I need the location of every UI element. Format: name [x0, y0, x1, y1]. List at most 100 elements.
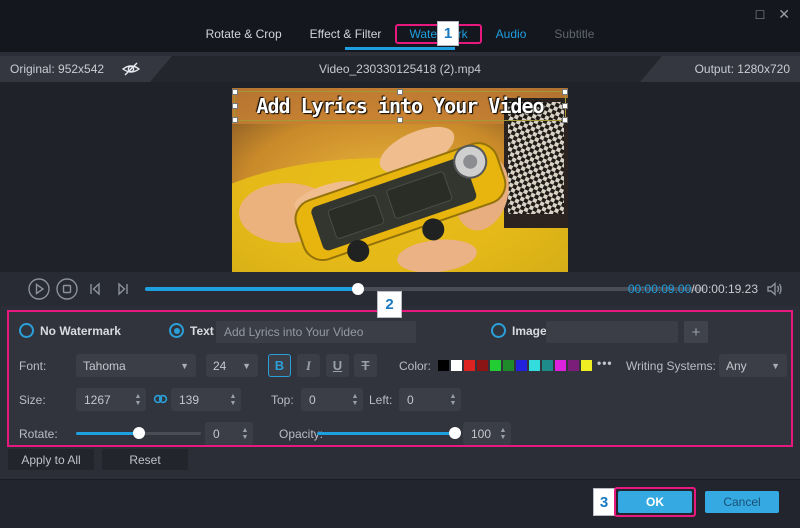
current-time: 00:00:09.00	[628, 282, 691, 296]
color-swatch[interactable]	[438, 360, 449, 371]
apply-to-all-button[interactable]: Apply to All	[8, 449, 94, 470]
font-size-value: 24	[213, 359, 226, 373]
ok-button-highlight: OK	[614, 487, 696, 517]
spin-up-icon[interactable]: ▲	[352, 393, 359, 400]
reset-button[interactable]: Reset	[102, 449, 188, 470]
spin-down-icon[interactable]: ▼	[450, 400, 457, 407]
resize-handle[interactable]	[232, 89, 238, 95]
panel-actions: Apply to All Reset	[8, 449, 188, 470]
spin-up-icon[interactable]: ▲	[230, 393, 237, 400]
color-swatch[interactable]	[568, 360, 579, 371]
font-size-select[interactable]: 24 ▼	[206, 354, 258, 377]
watermark-settings-panel: No Watermark Text Image + Font: Tahoma ▼…	[7, 310, 793, 447]
resize-handle[interactable]	[397, 117, 403, 123]
cancel-button[interactable]: Cancel	[705, 491, 779, 513]
more-colors-button[interactable]: •••	[597, 356, 613, 370]
step-back-button[interactable]	[82, 276, 108, 302]
step-forward-button[interactable]	[110, 276, 136, 302]
writing-systems-label: Writing Systems:	[626, 359, 716, 373]
color-swatch[interactable]	[555, 360, 566, 371]
stop-button[interactable]	[54, 276, 80, 302]
size-label: Size:	[19, 393, 46, 407]
seek-slider[interactable]	[145, 287, 705, 291]
color-swatch[interactable]	[516, 360, 527, 371]
opacity-stepper[interactable]: 100 ▲▼	[463, 422, 511, 445]
video-canvas[interactable]: Add Lyrics into Your Video	[232, 88, 568, 272]
resize-handle[interactable]	[562, 103, 568, 109]
top-label: Top:	[271, 393, 294, 407]
width-stepper[interactable]: 1267 ▲▼	[76, 388, 146, 411]
width-value: 1267	[76, 393, 130, 407]
color-swatch[interactable]	[542, 360, 553, 371]
maximize-button[interactable]: □	[756, 6, 764, 23]
spin-up-icon[interactable]: ▲	[500, 427, 507, 434]
title-bar: □ ✕ Rotate & Crop Effect & Filter Waterm…	[0, 0, 800, 52]
seek-thumb[interactable]	[352, 283, 364, 295]
resize-handle[interactable]	[232, 103, 238, 109]
rotate-slider-fill	[76, 432, 139, 435]
italic-button[interactable]: I	[297, 354, 320, 377]
color-swatch[interactable]	[503, 360, 514, 371]
radio-circle-icon[interactable]	[491, 323, 506, 338]
tab-effect-filter[interactable]: Effect & Filter	[296, 24, 396, 46]
color-swatch[interactable]	[477, 360, 488, 371]
spin-down-icon[interactable]: ▼	[500, 434, 507, 441]
watermark-text-input[interactable]	[216, 321, 416, 343]
font-family-select[interactable]: Tahoma ▼	[76, 354, 196, 377]
spin-up-icon[interactable]: ▲	[242, 427, 249, 434]
opacity-slider[interactable]	[317, 432, 455, 435]
annotation-badge-1: 1	[437, 21, 459, 46]
tab-rotate-crop[interactable]: Rotate & Crop	[192, 24, 296, 46]
color-swatch[interactable]	[581, 360, 592, 371]
bold-button[interactable]: B	[268, 354, 291, 377]
color-swatch[interactable]	[464, 360, 475, 371]
radio-no-watermark[interactable]: No Watermark	[19, 323, 121, 338]
tab-subtitle[interactable]: Subtitle	[540, 24, 608, 46]
rotate-slider[interactable]	[76, 432, 201, 435]
radio-image-watermark[interactable]: Image	[491, 323, 547, 338]
annotation-badge-3: 3	[593, 488, 615, 516]
height-value: 139	[171, 393, 225, 407]
close-button[interactable]: ✕	[778, 6, 790, 23]
radio-circle-icon[interactable]	[19, 323, 34, 338]
watermark-selection-box[interactable]: Add Lyrics into Your Video	[234, 91, 566, 121]
resize-handle[interactable]	[397, 89, 403, 95]
watermark-image-input[interactable]	[546, 321, 678, 343]
add-image-button[interactable]: +	[684, 321, 708, 343]
tab-audio[interactable]: Audio	[482, 24, 541, 46]
underline-button[interactable]: U	[326, 354, 349, 377]
spin-down-icon[interactable]: ▼	[230, 400, 237, 407]
spin-up-icon[interactable]: ▲	[450, 393, 457, 400]
resize-handle[interactable]	[562, 117, 568, 123]
rotate-value: 0	[205, 427, 237, 441]
link-dimensions-icon[interactable]	[153, 392, 168, 409]
top-value: 0	[301, 393, 347, 407]
writing-systems-value: Any	[726, 359, 747, 373]
volume-icon[interactable]	[766, 281, 784, 300]
height-stepper[interactable]: 139 ▲▼	[171, 388, 241, 411]
top-stepper[interactable]: 0 ▲▼	[301, 388, 363, 411]
spin-down-icon[interactable]: ▼	[242, 434, 249, 441]
rotate-label: Rotate:	[19, 427, 58, 441]
left-stepper[interactable]: 0 ▲▼	[399, 388, 461, 411]
opacity-slider-thumb[interactable]	[449, 427, 461, 439]
spin-up-icon[interactable]: ▲	[135, 393, 142, 400]
ok-button[interactable]: OK	[618, 491, 692, 513]
spin-down-icon[interactable]: ▼	[135, 400, 142, 407]
watermark-overlay-text[interactable]: Add Lyrics into Your Video	[235, 94, 565, 118]
color-swatch[interactable]	[490, 360, 501, 371]
radio-text-watermark[interactable]: Text	[169, 323, 214, 338]
rotate-stepper[interactable]: 0 ▲▼	[205, 422, 253, 445]
color-swatch[interactable]	[529, 360, 540, 371]
strikethrough-button[interactable]: T	[354, 354, 377, 377]
resize-handle[interactable]	[562, 89, 568, 95]
font-family-value: Tahoma	[83, 359, 126, 373]
rotate-slider-thumb[interactable]	[133, 427, 145, 439]
writing-systems-select[interactable]: Any ▼	[719, 354, 787, 377]
resize-handle[interactable]	[232, 117, 238, 123]
play-button[interactable]	[26, 276, 52, 302]
color-swatch[interactable]	[451, 360, 462, 371]
size-row: Size: 1267 ▲▼ 139 ▲▼ Top: 0 ▲▼ Left: 0 ▲…	[19, 388, 781, 412]
radio-circle-icon[interactable]	[169, 323, 184, 338]
spin-down-icon[interactable]: ▼	[352, 400, 359, 407]
